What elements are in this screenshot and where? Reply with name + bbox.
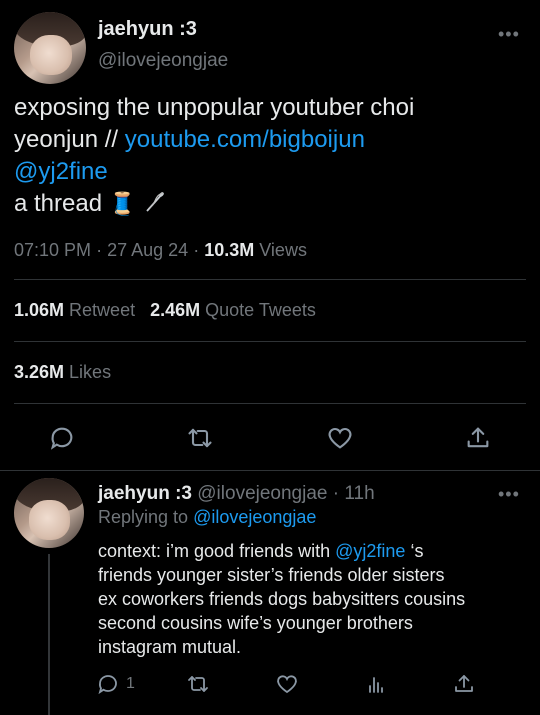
tweet-meta: 07:10 PM · 27 Aug 24 · 10.3M Views (14, 240, 307, 261)
reply-handle[interactable]: @ilovejeongjae (197, 483, 327, 504)
quotes-count: 2.46M (150, 300, 201, 320)
youtube-link[interactable]: youtube.com/bigboijun (125, 126, 365, 153)
sewing-needle-emoji (143, 190, 167, 223)
divider (0, 470, 540, 471)
tweet-text-line: a thread 🧵 (14, 188, 529, 223)
reply-text-line: ex coworkers friends dogs babysitters co… (98, 589, 466, 609)
reply-text-fragment: context: i’m good friends with (98, 541, 336, 561)
author-handle[interactable]: @ilovejeongjae (98, 50, 228, 72)
reply-text-line: context: i’m good friends with @yj2fine … (98, 539, 530, 563)
reply-header: jaehyun :3 @ilovejeongjae · 11h (98, 483, 375, 505)
retweets-count: 1.06M (14, 300, 65, 320)
author-avatar[interactable] (14, 12, 86, 84)
quotes-stat[interactable]: 2.46M Quote Tweets (150, 300, 316, 320)
likes-stat[interactable]: 3.26M Likes (14, 362, 111, 383)
tweet-text-fragment: a thread (14, 190, 103, 217)
author-display-name[interactable]: jaehyun :3 (98, 18, 197, 41)
meta-separator: · (96, 240, 103, 260)
likes-count: 3.26M (14, 362, 65, 382)
analytics-bars-icon[interactable] (364, 672, 388, 696)
reply-share-icon[interactable] (452, 672, 476, 696)
reply-text-line: friends younger sister’s friends older s… (98, 565, 445, 585)
retweet-icon[interactable] (186, 424, 214, 452)
divider (14, 403, 526, 404)
replying-to: Replying to @ilovejeongjae (98, 507, 316, 528)
tweet-text-line: yeonjun // youtube.com/bigboijun (14, 124, 529, 156)
likes-label: Likes (69, 362, 112, 382)
reply-icon[interactable] (48, 424, 76, 452)
retweet-quote-stats: 1.06M Retweet 2.46M Quote Tweets (14, 300, 316, 321)
reply-age[interactable]: 11h (344, 483, 374, 504)
reply-text-line: second cousins wife’s younger brothers (98, 613, 413, 633)
reply-mention-link[interactable]: @yj2fine (335, 541, 405, 561)
tweet-text: exposing the unpopular youtuber choi yeo… (14, 92, 529, 223)
replying-label: Replying to (98, 507, 189, 527)
tweet-time[interactable]: 07:10 PM (14, 240, 91, 260)
retweets-stat[interactable]: 1.06M Retweet (14, 300, 135, 320)
tweet-date[interactable]: 27 Aug 24 (107, 240, 188, 260)
spool-thread-emoji: 🧵 (108, 191, 137, 216)
reply-reply-button[interactable]: 1 (96, 672, 135, 696)
reply-text-line: instagram mutual. (98, 637, 242, 657)
like-heart-icon[interactable] (326, 424, 354, 452)
reply-text-fragment: ‘s (405, 541, 424, 561)
reply-retweet-icon[interactable] (186, 672, 210, 696)
mention-link[interactable]: @yj2fine (14, 156, 529, 188)
replying-to-link[interactable]: @ilovejeongjae (193, 507, 316, 527)
more-options-icon[interactable]: ••• (498, 24, 520, 45)
reply-author-avatar[interactable] (14, 478, 84, 548)
reply-icon (98, 675, 117, 695)
reply-display-name[interactable]: jaehyun :3 (98, 483, 192, 504)
quotes-label: Quote Tweets (205, 300, 316, 320)
meta-separator: · (193, 240, 200, 260)
share-icon[interactable] (464, 424, 492, 452)
tweet-text-fragment: yeonjun // (14, 126, 125, 153)
retweets-label: Retweet (69, 300, 136, 320)
reply-text: context: i’m good friends with @yj2fine … (98, 539, 530, 659)
views-label: Views (259, 240, 307, 260)
tweet-text-line: exposing the unpopular youtuber choi (14, 94, 415, 121)
reply-like-heart-icon[interactable] (275, 672, 299, 696)
divider (14, 279, 526, 280)
reply-count: 1 (126, 675, 135, 692)
reply-more-options-icon[interactable]: ••• (498, 484, 520, 505)
views-count: 10.3M (204, 240, 255, 260)
thread-line (48, 554, 50, 715)
meta-separator: · (332, 483, 340, 504)
divider (14, 341, 526, 342)
